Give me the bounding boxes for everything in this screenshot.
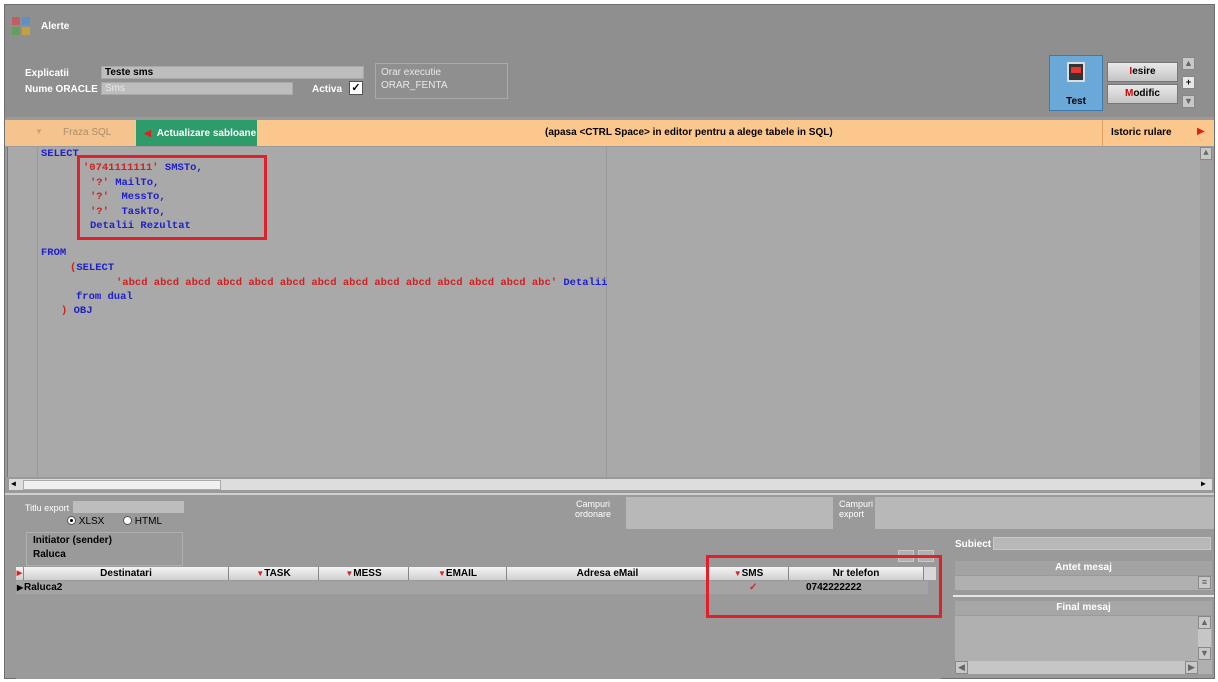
code-line-1: SELECT xyxy=(41,148,79,160)
col-task[interactable]: ▼TASK xyxy=(229,567,319,580)
campuri-export-input[interactable] xyxy=(875,497,1214,529)
row-pointer-icon: ▶ xyxy=(17,583,24,592)
horizontal-scrollbar[interactable]: ◀ ▶ xyxy=(8,478,1213,491)
test-label: Test xyxy=(1066,96,1086,107)
campuri-ordonare-input[interactable] xyxy=(626,497,833,529)
istoric-label: Istoric rulare xyxy=(1111,127,1172,138)
antet-mesaj-input[interactable]: ≡ xyxy=(955,576,1212,590)
scroll-down-button[interactable]: ▼ xyxy=(1182,95,1195,108)
editor-hint: (apasa <CTRL Space> in editor pentru a a… xyxy=(545,127,833,138)
arrow-right-icon: ▶ xyxy=(1197,126,1205,137)
cell-destinatar: Raluca2 xyxy=(24,582,63,593)
code-line-10: from dual xyxy=(76,291,133,303)
row-indicator-header: ▶ xyxy=(16,567,24,580)
antet-scroll[interactable]: ≡ xyxy=(1198,576,1211,589)
titlu-export-input[interactable] xyxy=(73,501,184,513)
radio-selected-icon xyxy=(67,516,76,525)
sender-value[interactable]: Raluca xyxy=(33,549,66,560)
final-hscroll[interactable]: ◀ ▶ xyxy=(955,661,1198,674)
orar-label: Orar executie xyxy=(381,67,442,78)
alerte-window: Alerte Explicatii Teste sms Nume ORACLE … xyxy=(4,4,1215,679)
test-icon xyxy=(1067,62,1085,82)
panel-divider xyxy=(953,595,1214,597)
divider xyxy=(5,493,1214,495)
scroll-left-icon: ◀ xyxy=(11,480,16,489)
code-line-8: (SELECT xyxy=(70,262,115,274)
iesire-button[interactable]: Iesire xyxy=(1107,62,1178,82)
scroll-up-arrow[interactable]: ▲ xyxy=(1200,147,1212,160)
window-title: Alerte xyxy=(41,21,70,32)
editor-margin-line xyxy=(606,147,607,477)
html-radio[interactable]: HTML xyxy=(123,515,162,527)
final-mesaj-input[interactable]: ▲ ▼ ◀ ▶ xyxy=(955,616,1212,674)
fraza-sql-tab[interactable]: ▼ Fraza SQL xyxy=(5,120,135,146)
nume-oracle-input[interactable]: Sms xyxy=(101,82,293,95)
col-adresa-email[interactable]: Adresa eMail xyxy=(507,567,709,580)
header-panel: Alerte Explicatii Teste sms Nume ORACLE … xyxy=(5,5,1214,117)
sql-editor[interactable]: SELECT '0741111111' SMSTo, '?' MailTo, '… xyxy=(7,147,1213,491)
col-email[interactable]: ▼EMAIL xyxy=(409,567,507,580)
orar-value[interactable]: ORAR_FENTA xyxy=(381,80,448,91)
antet-mesaj-header: Antet mesaj xyxy=(955,561,1212,575)
activa-label: Activa xyxy=(312,84,343,95)
sql-toolbar: ▼ Fraza SQL ◀ Actualizare sabloane (apas… xyxy=(5,120,1214,146)
col-destinatari[interactable]: Destinatari xyxy=(24,567,229,580)
actualizare-sabloane-button[interactable]: ◀ Actualizare sabloane xyxy=(136,120,257,146)
actualizare-label: Actualizare sabloane xyxy=(156,128,257,139)
arrow-left-icon: ◀ xyxy=(144,128,151,138)
campuri-export-label: Campuri export xyxy=(839,499,874,519)
col-mess[interactable]: ▼MESS xyxy=(319,567,409,580)
chevron-down-icon: ▼ xyxy=(35,127,43,136)
subiect-input[interactable] xyxy=(993,537,1211,550)
editor-gutter xyxy=(8,147,38,477)
titlu-export-label: Titlu export xyxy=(25,503,70,513)
campuri-ordonare-label: Campuri ordonare xyxy=(575,499,612,519)
subiect-label: Subiect xyxy=(955,539,992,550)
fraza-sql-label: Fraza SQL xyxy=(63,127,112,138)
explicatii-input[interactable]: Teste sms xyxy=(101,66,364,79)
code-line-11: ) OBJ xyxy=(61,305,93,317)
add-button[interactable]: + xyxy=(1182,76,1195,89)
test-button[interactable]: Test xyxy=(1049,55,1103,111)
highlight-box-sms xyxy=(706,555,942,618)
code-line-9: 'abcd abcd abcd abcd abcd abcd abcd abcd… xyxy=(116,277,608,289)
istoric-rulare-button[interactable]: Istoric rulare ▶ xyxy=(1102,120,1214,146)
xlsx-radio[interactable]: XLSX xyxy=(67,515,104,527)
radio-icon xyxy=(123,516,132,525)
explicatii-label: Explicatii xyxy=(25,68,69,79)
final-vscroll[interactable]: ▲ ▼ xyxy=(1198,616,1211,660)
code-line-7: FROM xyxy=(41,247,67,259)
vertical-scrollbar[interactable]: ▲ xyxy=(1200,147,1213,477)
scroll-up-button[interactable]: ▲ xyxy=(1182,57,1195,70)
nume-oracle-label: Nume ORACLE xyxy=(25,84,98,95)
sender-label: Initiator (sender) xyxy=(33,535,112,546)
final-mesaj-header: Final mesaj xyxy=(955,601,1212,615)
highlight-box-select xyxy=(77,155,267,240)
activa-checkbox[interactable]: ✓ xyxy=(349,81,363,95)
app-icon xyxy=(12,17,32,37)
modific-button[interactable]: Modific xyxy=(1107,84,1178,104)
scroll-right-icon: ▶ xyxy=(1201,480,1206,489)
